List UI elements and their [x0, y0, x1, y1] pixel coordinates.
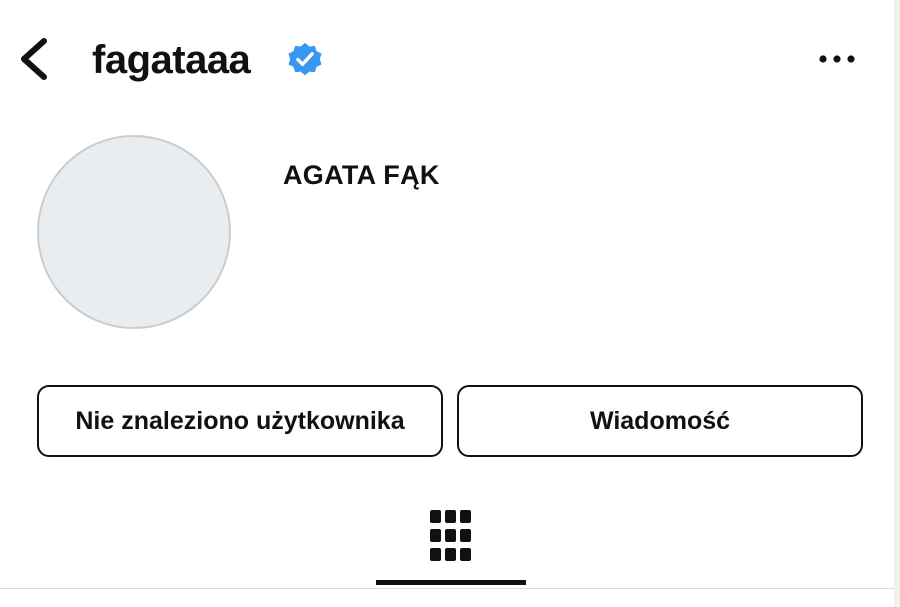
profile-avatar [37, 135, 231, 329]
verified-badge-icon [286, 41, 324, 79]
user-not-found-button[interactable]: Nie znaleziono użytkownika [37, 385, 443, 457]
back-button[interactable] [14, 34, 58, 84]
active-tab-indicator [376, 580, 526, 585]
profile-display-name: AGATA FĄK [283, 160, 440, 190]
tab-posts-grid[interactable] [376, 500, 526, 586]
more-horizontal-icon [819, 55, 855, 63]
grid-icon [430, 510, 471, 561]
message-button[interactable]: Wiadomość [457, 385, 863, 457]
profile-username: fagataaa [92, 38, 251, 82]
right-edge-strip [894, 0, 900, 607]
more-options-button[interactable] [812, 44, 862, 74]
tab-bar-divider [0, 588, 894, 589]
chevron-left-icon [21, 38, 47, 80]
